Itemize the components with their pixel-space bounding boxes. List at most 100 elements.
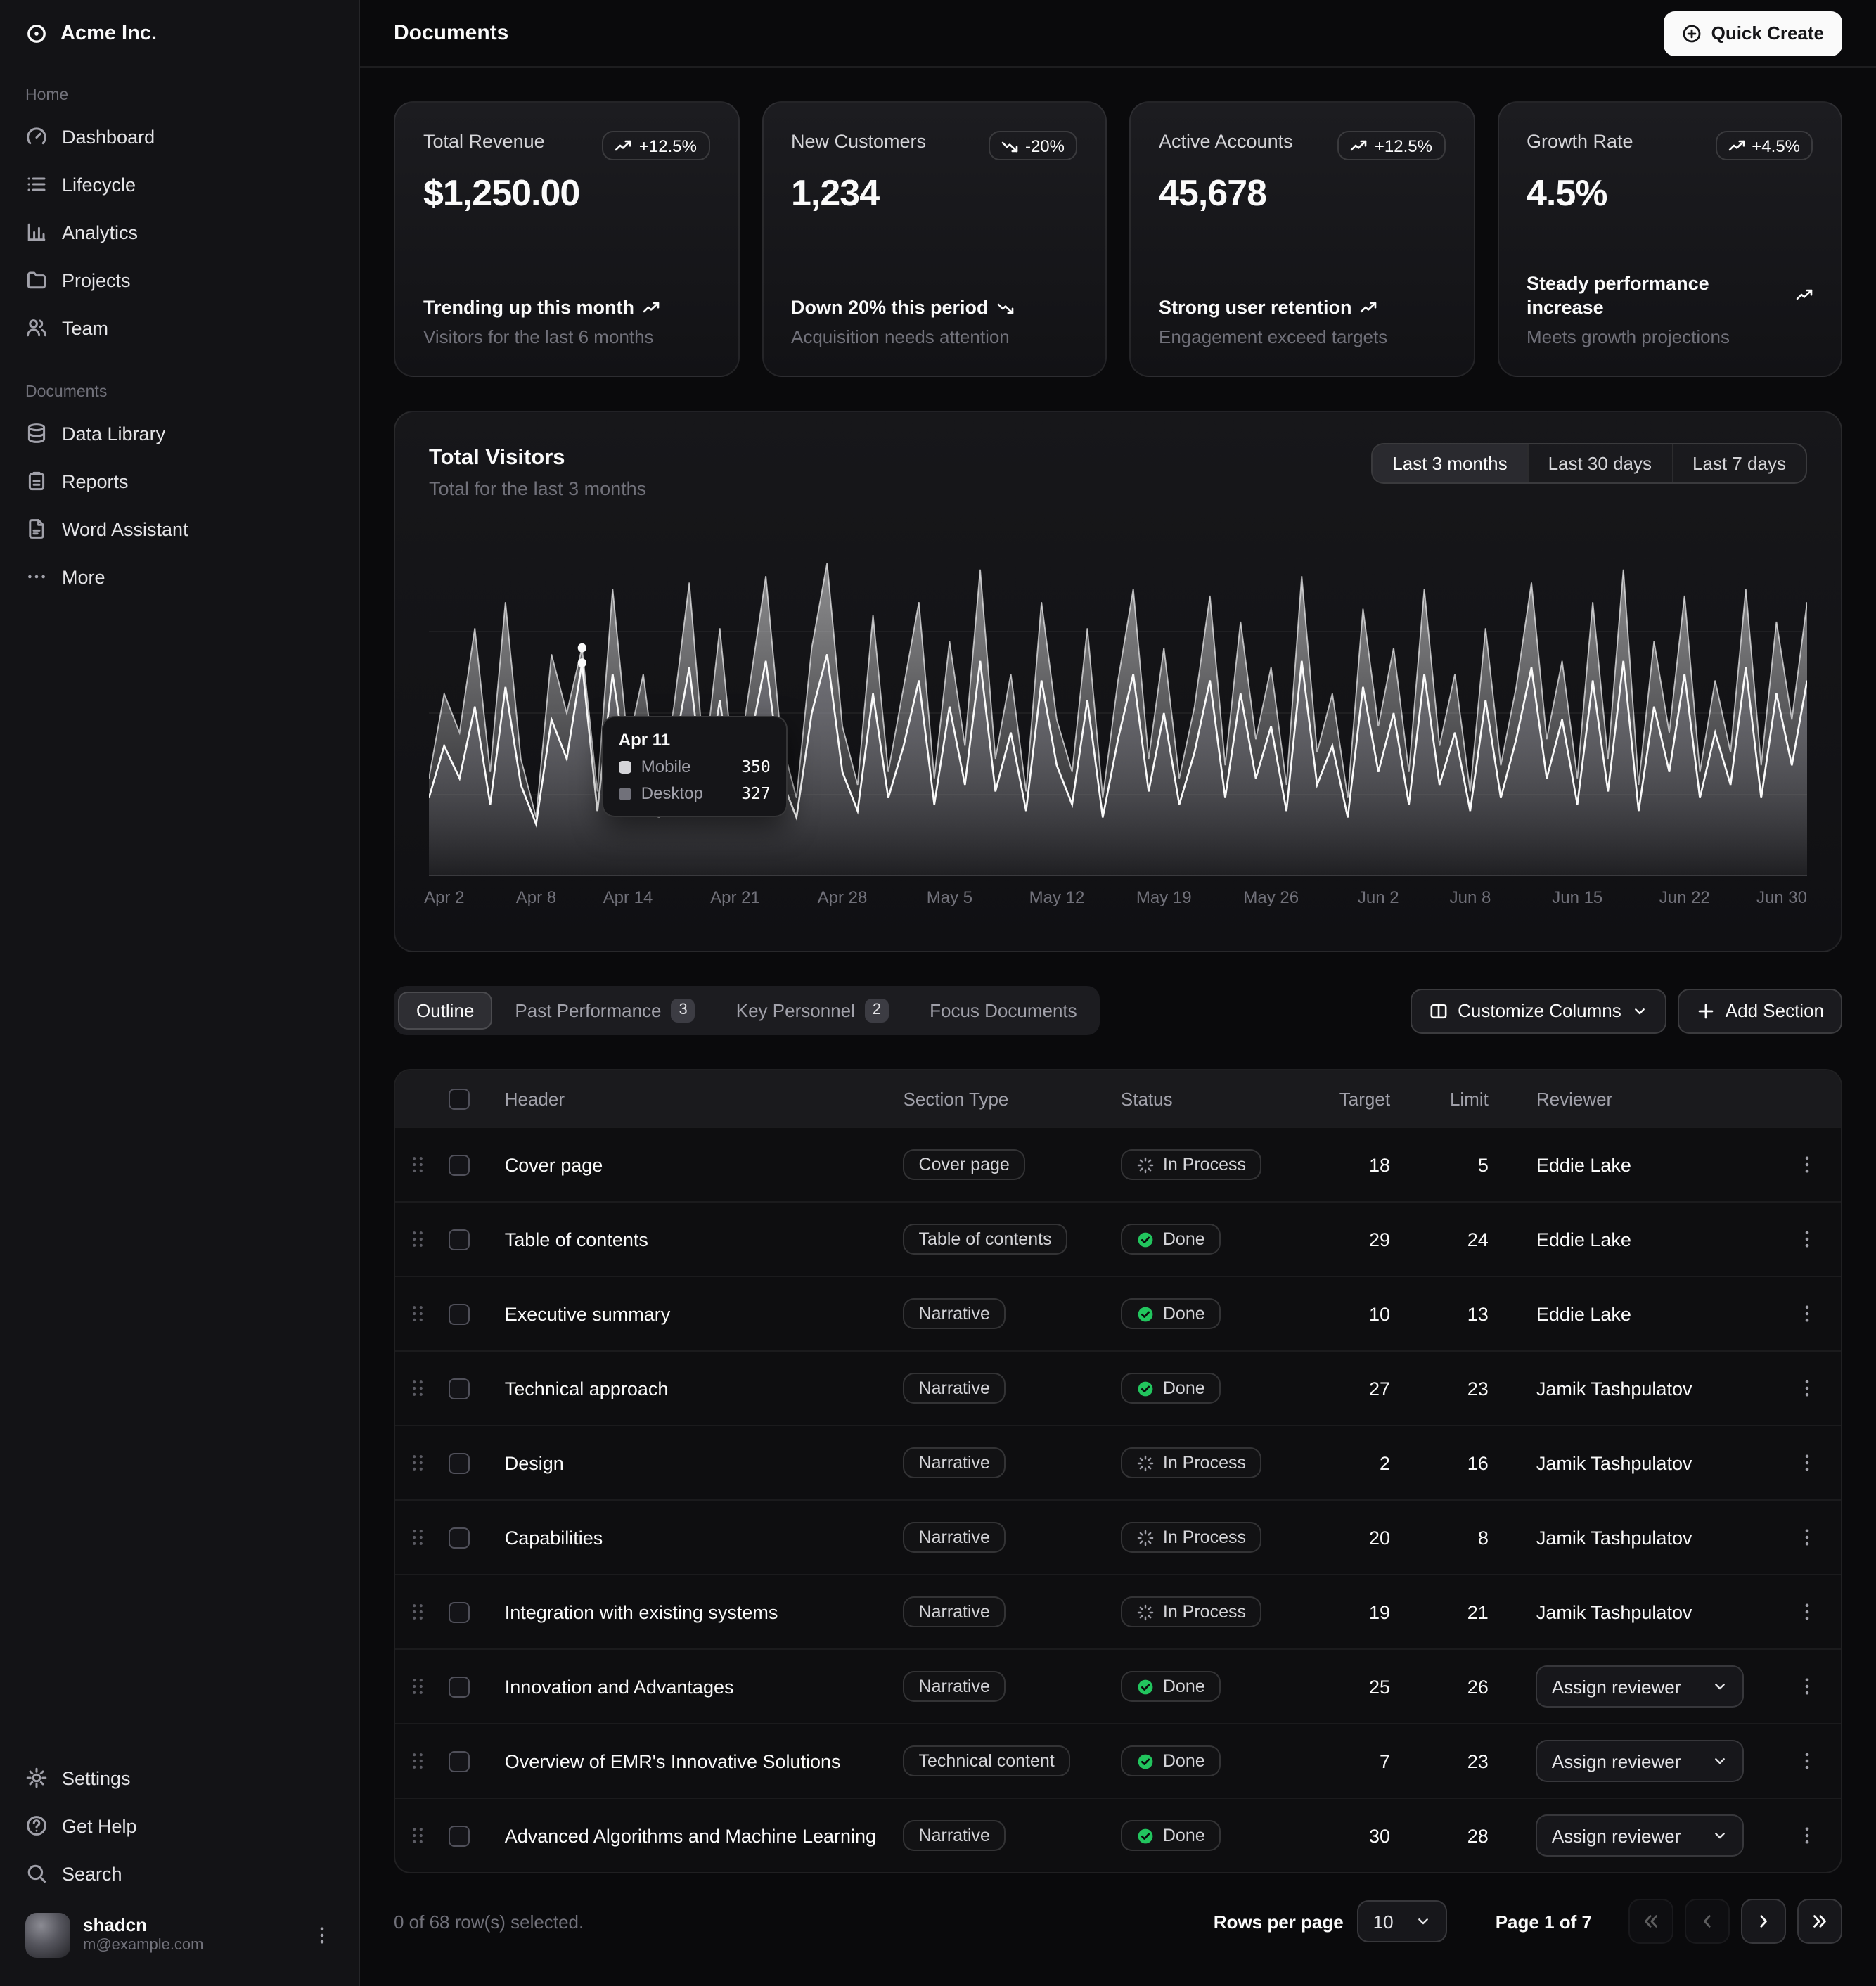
row-actions-button[interactable]	[1790, 1297, 1824, 1331]
target-value[interactable]: 29	[1317, 1229, 1415, 1250]
done-icon	[1136, 1826, 1155, 1845]
limit-value[interactable]: 13	[1415, 1303, 1514, 1324]
range-last-7-days[interactable]: Last 7 days	[1671, 444, 1806, 482]
drag-handle-icon[interactable]	[406, 1153, 429, 1176]
row-actions-button[interactable]	[1790, 1222, 1824, 1256]
table-row[interactable]: Table of contents Table of contents Done…	[395, 1201, 1841, 1276]
target-value[interactable]: 30	[1317, 1825, 1415, 1846]
range-last-30-days[interactable]: Last 30 days	[1527, 444, 1671, 482]
target-value[interactable]: 18	[1317, 1154, 1415, 1175]
limit-value[interactable]: 23	[1415, 1378, 1514, 1399]
limit-value[interactable]: 28	[1415, 1825, 1514, 1846]
user-menu[interactable]: shadcn m@example.com	[14, 1904, 345, 1966]
table-row[interactable]: Advanced Algorithms and Machine Learning…	[395, 1798, 1841, 1872]
quick-create-button[interactable]: Quick Create	[1664, 11, 1842, 56]
sidebar-item-projects[interactable]: Projects	[14, 257, 345, 302]
sidebar-item-settings[interactable]: Settings	[14, 1755, 345, 1800]
visitors-chart[interactable]: Apr 11 Mobile 350 Desktop 327	[429, 550, 1807, 876]
row-actions-button[interactable]	[1790, 1446, 1824, 1480]
row-checkbox[interactable]	[449, 1452, 470, 1473]
assign-reviewer-select[interactable]: Assign reviewer	[1536, 1665, 1745, 1708]
tab-key-personnel[interactable]: Key Personnel 2	[718, 990, 907, 1031]
row-checkbox[interactable]	[449, 1601, 470, 1622]
target-value[interactable]: 20	[1317, 1527, 1415, 1548]
rows-per-page-select[interactable]: 10	[1358, 1900, 1448, 1942]
customize-columns-button[interactable]: Customize Columns	[1410, 988, 1666, 1033]
row-actions-button[interactable]	[1790, 1520, 1824, 1554]
row-actions-button[interactable]	[1790, 1371, 1824, 1405]
target-value[interactable]: 27	[1317, 1378, 1415, 1399]
table-row[interactable]: Technical approach Narrative Done 27 23 …	[395, 1350, 1841, 1425]
row-checkbox[interactable]	[449, 1303, 470, 1324]
row-actions-button[interactable]	[1790, 1148, 1824, 1181]
target-value[interactable]: 25	[1317, 1676, 1415, 1697]
sidebar-item-more[interactable]: More	[14, 554, 345, 599]
limit-value[interactable]: 24	[1415, 1229, 1514, 1250]
table-row[interactable]: Cover page Cover page In Process 18 5 Ed…	[395, 1127, 1841, 1201]
row-checkbox[interactable]	[449, 1229, 470, 1250]
limit-value[interactable]: 23	[1415, 1750, 1514, 1772]
assign-reviewer-select[interactable]: Assign reviewer	[1536, 1814, 1745, 1857]
drag-handle-icon[interactable]	[406, 1824, 429, 1847]
row-checkbox[interactable]	[449, 1527, 470, 1548]
table-row[interactable]: Overview of EMR's Innovative Solutions T…	[395, 1723, 1841, 1798]
drag-handle-icon[interactable]	[406, 1601, 429, 1623]
limit-value[interactable]: 8	[1415, 1527, 1514, 1548]
row-checkbox[interactable]	[449, 1750, 470, 1772]
table-row[interactable]: Capabilities Narrative In Process 20 8 J…	[395, 1499, 1841, 1574]
range-last-3-months[interactable]: Last 3 months	[1373, 444, 1527, 482]
add-section-button[interactable]: Add Section	[1678, 988, 1842, 1033]
next-page-button[interactable]	[1741, 1899, 1786, 1944]
row-actions-button[interactable]	[1790, 1670, 1824, 1703]
first-page-button[interactable]	[1628, 1899, 1673, 1944]
sidebar-item-word-assistant[interactable]: Word Assistant	[14, 506, 345, 551]
row-checkbox[interactable]	[449, 1154, 470, 1175]
last-page-button[interactable]	[1797, 1899, 1842, 1944]
row-actions-button[interactable]	[1790, 1819, 1824, 1852]
drag-handle-icon[interactable]	[406, 1675, 429, 1698]
sidebar-item-lifecycle[interactable]: Lifecycle	[14, 162, 345, 207]
table-row[interactable]: Design Narrative In Process 2 16 Jamik T…	[395, 1425, 1841, 1499]
limit-value[interactable]: 16	[1415, 1452, 1514, 1473]
sidebar-item-dashboard[interactable]: Dashboard	[14, 114, 345, 159]
tab-past-performance[interactable]: Past Performance 3	[496, 990, 713, 1031]
sidebar-item-search[interactable]: Search	[14, 1851, 345, 1896]
drag-handle-icon[interactable]	[406, 1452, 429, 1474]
row-actions-button[interactable]	[1790, 1595, 1824, 1629]
sidebar-item-get-help[interactable]: Get Help	[14, 1803, 345, 1848]
sidebar-item-analytics[interactable]: Analytics	[14, 210, 345, 255]
dots-vertical-icon[interactable]	[311, 1924, 333, 1947]
table-row[interactable]: Integration with existing systems Narrat…	[395, 1574, 1841, 1648]
limit-value[interactable]: 5	[1415, 1154, 1514, 1175]
table-row[interactable]: Executive summary Narrative Done 10 13 E…	[395, 1276, 1841, 1350]
select-all-checkbox[interactable]	[449, 1088, 470, 1109]
org-switcher[interactable]: Acme Inc.	[0, 0, 359, 68]
sidebar-item-team[interactable]: Team	[14, 305, 345, 350]
tab-outline[interactable]: Outline	[398, 992, 492, 1030]
stat-cards: Total Revenue +12.5% $1,250.00 Trending …	[394, 101, 1842, 377]
drag-handle-icon[interactable]	[406, 1377, 429, 1399]
drag-handle-icon[interactable]	[406, 1228, 429, 1250]
assign-reviewer-select[interactable]: Assign reviewer	[1536, 1740, 1745, 1782]
target-value[interactable]: 2	[1317, 1452, 1415, 1473]
row-actions-button[interactable]	[1790, 1744, 1824, 1778]
table-row[interactable]: Innovation and Advantages Narrative Done…	[395, 1648, 1841, 1723]
sidebar-item-reports[interactable]: Reports	[14, 459, 345, 504]
target-value[interactable]: 7	[1317, 1750, 1415, 1772]
reviewer-name: Eddie Lake	[1514, 1154, 1773, 1175]
row-checkbox[interactable]	[449, 1825, 470, 1846]
reviewer-name: Jamik Tashpulatov	[1514, 1601, 1773, 1622]
sidebar-footer: Settings Get Help Search shadcn m@exampl…	[0, 1753, 359, 1986]
limit-value[interactable]: 26	[1415, 1676, 1514, 1697]
drag-handle-icon[interactable]	[406, 1302, 429, 1325]
sidebar-item-data-library[interactable]: Data Library	[14, 411, 345, 456]
target-value[interactable]: 19	[1317, 1601, 1415, 1622]
row-checkbox[interactable]	[449, 1676, 470, 1697]
drag-handle-icon[interactable]	[406, 1750, 429, 1772]
row-checkbox[interactable]	[449, 1378, 470, 1399]
target-value[interactable]: 10	[1317, 1303, 1415, 1324]
tab-focus-documents[interactable]: Focus Documents	[911, 992, 1096, 1030]
drag-handle-icon[interactable]	[406, 1526, 429, 1549]
limit-value[interactable]: 21	[1415, 1601, 1514, 1622]
prev-page-button[interactable]	[1685, 1899, 1730, 1944]
